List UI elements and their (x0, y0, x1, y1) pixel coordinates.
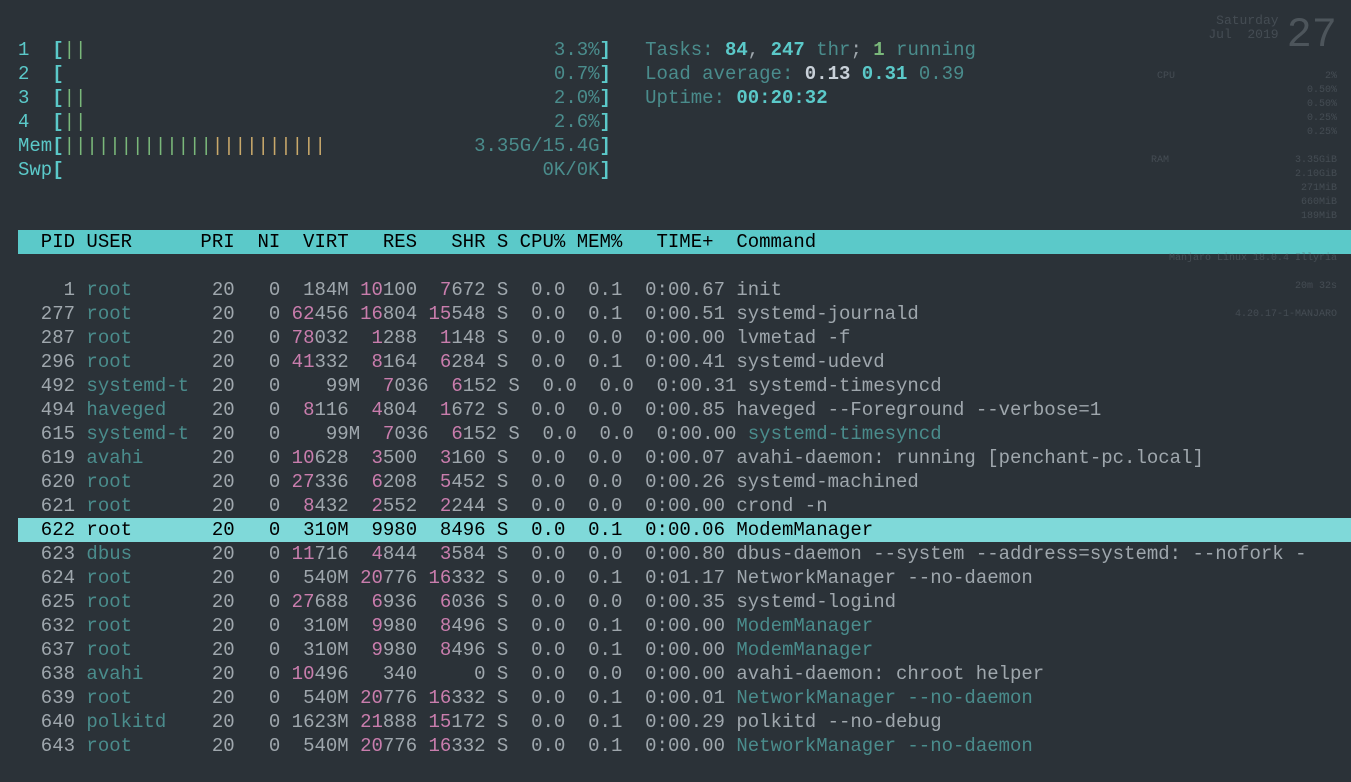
process-row[interactable]: 624 root 20 0 540M 20776 16332 S 0.0 0.1… (18, 566, 1351, 590)
conky-month: Jul (1208, 27, 1231, 42)
process-row[interactable]: 287 root 20 0 78032 1288 1148 S 0.0 0.0 … (18, 326, 1351, 350)
process-list[interactable]: 1 root 20 0 184M 10100 7672 S 0.0 0.1 0:… (18, 278, 1351, 758)
process-row[interactable]: 637 root 20 0 310M 9980 8496 S 0.0 0.1 0… (18, 638, 1351, 662)
process-row[interactable]: 619 avahi 20 0 10628 3500 3160 S 0.0 0.0… (18, 446, 1351, 470)
process-row[interactable]: 632 root 20 0 310M 9980 8496 S 0.0 0.1 0… (18, 614, 1351, 638)
process-row[interactable]: 640 polkitd 20 0 1623M 21888 15172 S 0.0… (18, 710, 1351, 734)
process-row[interactable]: 643 root 20 0 540M 20776 16332 S 0.0 0.1… (18, 734, 1351, 758)
conky-widget: SaturdayJul 201927 CPU 2% 0.50% 0.50% 0.… (1137, 14, 1337, 322)
conky-weekday: Saturday (1208, 14, 1278, 28)
conky-year: 2019 (1247, 27, 1278, 42)
process-row[interactable]: 638 avahi 20 0 10496 340 0 S 0.0 0.0 0:0… (18, 662, 1351, 686)
process-row[interactable]: 620 root 20 0 27336 6208 5452 S 0.0 0.0 … (18, 470, 1351, 494)
process-row[interactable]: 621 root 20 0 8432 2552 2244 S 0.0 0.0 0… (18, 494, 1351, 518)
process-row[interactable]: 623 dbus 20 0 11716 4844 3584 S 0.0 0.0 … (18, 542, 1351, 566)
process-row[interactable]: 615 systemd-t 20 0 99M 7036 6152 S 0.0 0… (18, 422, 1351, 446)
process-row[interactable]: 625 root 20 0 27688 6936 6036 S 0.0 0.0 … (18, 590, 1351, 614)
process-row[interactable]: 494 haveged 20 0 8116 4804 1672 S 0.0 0.… (18, 398, 1351, 422)
process-row[interactable]: 492 systemd-t 20 0 99M 7036 6152 S 0.0 0… (18, 374, 1351, 398)
process-row[interactable]: 296 root 20 0 41332 8164 6284 S 0.0 0.1 … (18, 350, 1351, 374)
process-row[interactable]: 622 root 20 0 310M 9980 8496 S 0.0 0.1 0… (18, 518, 1351, 542)
process-row[interactable]: 639 root 20 0 540M 20776 16332 S 0.0 0.1… (18, 686, 1351, 710)
conky-daynum: 27 (1287, 14, 1337, 56)
